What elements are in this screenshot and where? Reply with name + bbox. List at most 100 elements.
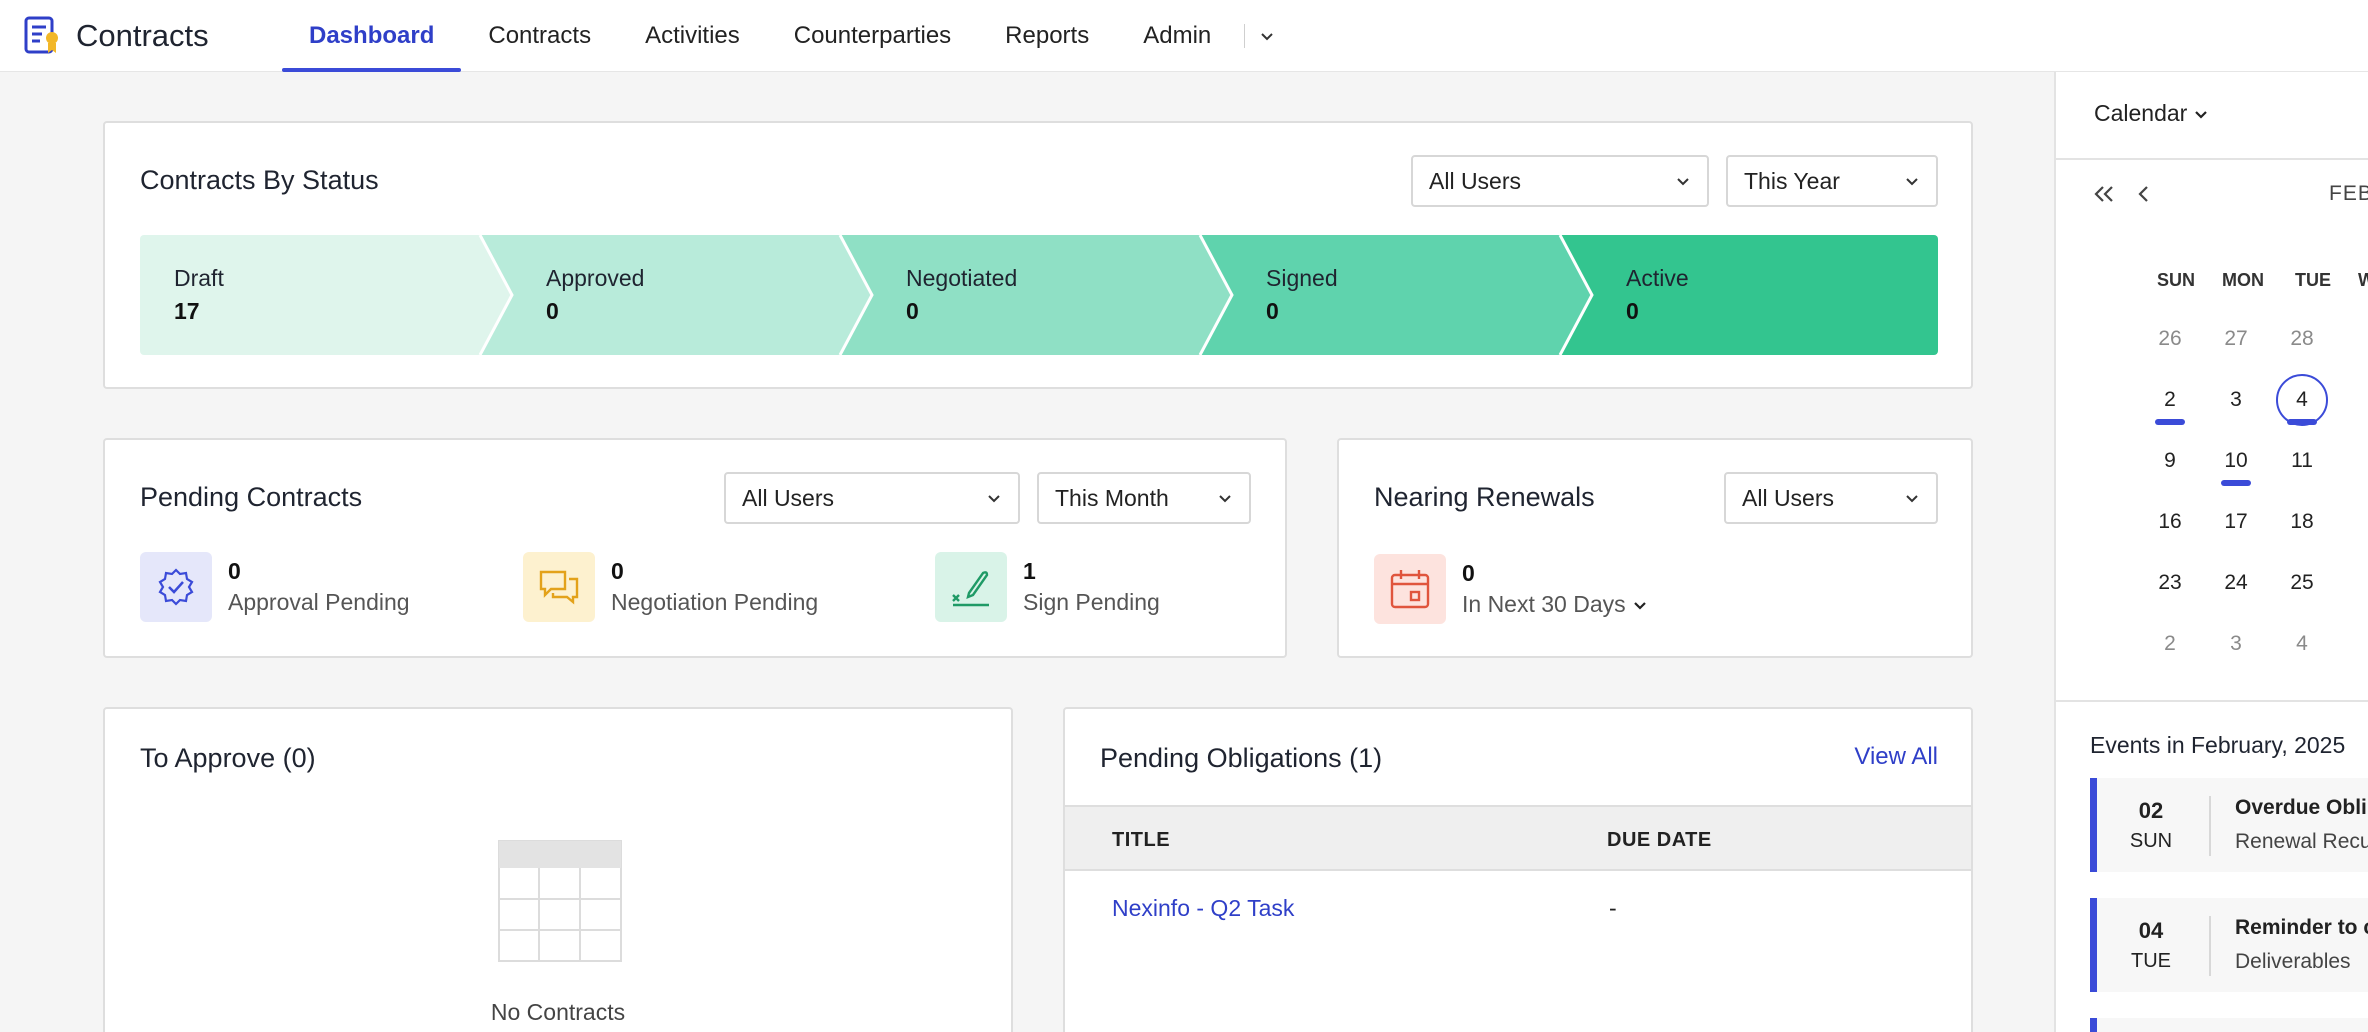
stage-count: 0: [906, 298, 919, 324]
tab-counterparties[interactable]: Counterparties: [767, 0, 978, 72]
approval-pending-stat[interactable]: 0 Approval Pending: [140, 552, 410, 622]
calendar-divider: [2056, 158, 2368, 160]
calendar-day[interactable]: 4: [2272, 631, 2332, 657]
nav-more-button[interactable]: [1238, 0, 1275, 72]
calendar-day[interactable]: 16: [2140, 509, 2200, 535]
negotiation-pending-icon-box: [523, 552, 595, 622]
calendar-day[interactable]: 25: [2272, 570, 2332, 596]
dropdown-value: This Month: [1055, 484, 1169, 511]
stage-active[interactable]: Active 0: [1592, 235, 1938, 355]
chevron-down-icon: [2195, 110, 2208, 119]
tab-reports[interactable]: Reports: [978, 0, 1116, 72]
status-period-filter[interactable]: This Year: [1726, 155, 1938, 207]
tab-contracts[interactable]: Contracts: [461, 0, 618, 72]
stage-name: Approved: [546, 265, 645, 291]
contracts-logo-icon: [24, 16, 58, 53]
card-title: Contracts By Status: [140, 165, 379, 195]
nav-tabs: Dashboard Contracts Activities Counterpa…: [282, 0, 1275, 72]
calendar-day[interactable]: 23: [2140, 570, 2200, 596]
pending-period-filter[interactable]: This Month: [1037, 472, 1251, 524]
event-day: 02: [2138, 798, 2164, 823]
pending-users-filter[interactable]: All Users: [724, 472, 1020, 524]
calendar-view-dropdown[interactable]: Calendar: [2094, 100, 2209, 127]
calendar-header: Calendar: [2094, 100, 2188, 126]
calendar-day[interactable]: 2: [2140, 631, 2200, 657]
calendar-day[interactable]: 2: [2140, 387, 2200, 413]
calendar-day[interactable]: 10: [2206, 448, 2266, 474]
tab-admin[interactable]: Admin: [1116, 0, 1238, 72]
event-subtitle: Renewal Recu: [2235, 830, 2368, 853]
calendar-day[interactable]: 27: [2206, 326, 2266, 352]
event-separator: [2209, 796, 2211, 856]
event-weekday: SUN: [2129, 830, 2173, 852]
card-title: Nearing Renewals: [1374, 482, 1595, 512]
calendar-day[interactable]: 24: [2206, 570, 2266, 596]
chevron-down-icon: [1261, 32, 1273, 40]
view-all-link[interactable]: View All: [1854, 743, 1938, 771]
weekday-wed: W: [2358, 270, 2368, 290]
tab-activities[interactable]: Activities: [618, 0, 767, 72]
calendar-panel: Calendar FEB SUN MON TUE W 26 27 28 2 3 4 9 10 1…: [2054, 72, 2368, 1032]
chevron-left-icon[interactable]: [2136, 184, 2152, 204]
event-item-partial: [2090, 1018, 2368, 1032]
verified-badge-icon: [158, 568, 194, 606]
signature-pen-icon: [952, 571, 989, 607]
stage-count: 17: [174, 298, 200, 324]
event-item[interactable]: 02 SUN Overdue Obli Renewal Recu: [2090, 778, 2368, 872]
event-indicator: [2287, 419, 2317, 425]
event-title: Reminder to c: [2235, 916, 2368, 939]
calendar-day[interactable]: 11: [2272, 448, 2332, 474]
stage-name: Draft: [174, 265, 224, 291]
dropdown-value: All Users: [1742, 484, 1835, 511]
brand[interactable]: Contracts: [24, 16, 282, 56]
app-name: Contracts: [76, 17, 209, 53]
stage-approved[interactable]: Approved 0: [512, 235, 840, 355]
stat-count: 0: [228, 558, 241, 584]
event-separator: [2209, 916, 2211, 976]
event-item[interactable]: 04 TUE Reminder to c Deliverables: [2090, 898, 2368, 992]
table-row: Nexinfo - Q2 Task -: [1065, 871, 1971, 947]
obligation-due-date: -: [1609, 895, 1617, 921]
column-header-title: TITLE: [1112, 829, 1171, 851]
stage-name: Active: [1626, 265, 1689, 291]
calendar-icon: [1390, 570, 1430, 609]
calendar-day[interactable]: 3: [2206, 631, 2266, 657]
chevron-down-icon: [1219, 495, 1231, 503]
event-indicator: [2221, 480, 2251, 486]
double-chevron-left-icon[interactable]: [2092, 184, 2116, 204]
negotiation-pending-stat[interactable]: 0 Negotiation Pending: [523, 552, 818, 622]
empty-table-icon: [498, 840, 622, 962]
event-subtitle: Deliverables: [2235, 950, 2351, 973]
approval-pending-icon-box: [140, 552, 212, 622]
stage-draft[interactable]: Draft 17: [140, 235, 480, 355]
obligations-table-header: TITLE DUE DATE: [1065, 805, 1971, 871]
status-pipeline: Draft 17 Approved 0 Negotiated 0 Signed …: [140, 235, 1938, 355]
contracts-by-status-card: Contracts By Status All Users This Year …: [103, 121, 1973, 389]
calendar-day[interactable]: 9: [2140, 448, 2200, 474]
event-title: Overdue Obli: [2235, 796, 2367, 819]
tab-dashboard[interactable]: Dashboard: [282, 0, 462, 72]
chevron-down-icon: [1906, 178, 1918, 186]
stat-count: 0: [1462, 560, 1475, 586]
calendar-day[interactable]: 28: [2272, 326, 2332, 352]
sign-pending-stat[interactable]: 1 Sign Pending: [935, 552, 1160, 622]
calendar-day[interactable]: 3: [2206, 387, 2266, 413]
event-date: 04 TUE: [2097, 898, 2205, 992]
renewals-period-dropdown[interactable]: In Next 30 Days: [1462, 591, 1648, 618]
calendar-day[interactable]: 17: [2206, 509, 2266, 535]
obligation-title-link[interactable]: Nexinfo - Q2 Task: [1112, 895, 1294, 922]
renewals-users-filter[interactable]: All Users: [1724, 472, 1938, 524]
event-indicator: [2155, 419, 2185, 425]
column-header-due-date: DUE DATE: [1607, 829, 1712, 851]
weekday-mon: MON: [2222, 270, 2264, 290]
status-users-filter[interactable]: All Users: [1411, 155, 1709, 207]
chat-bubbles-icon: [539, 570, 579, 605]
calendar-day[interactable]: 26: [2140, 326, 2200, 352]
stage-signed[interactable]: Signed 0: [1232, 235, 1560, 355]
calendar-day[interactable]: 18: [2272, 509, 2332, 535]
stage-negotiated[interactable]: Negotiated 0: [872, 235, 1200, 355]
sign-pending-icon-box: [935, 552, 1007, 622]
stage-count: 0: [546, 298, 559, 324]
nearing-renewals-card: Nearing Renewals All Users 0 In Next 30 …: [1337, 438, 1973, 658]
chevron-down-icon: [1677, 178, 1689, 186]
